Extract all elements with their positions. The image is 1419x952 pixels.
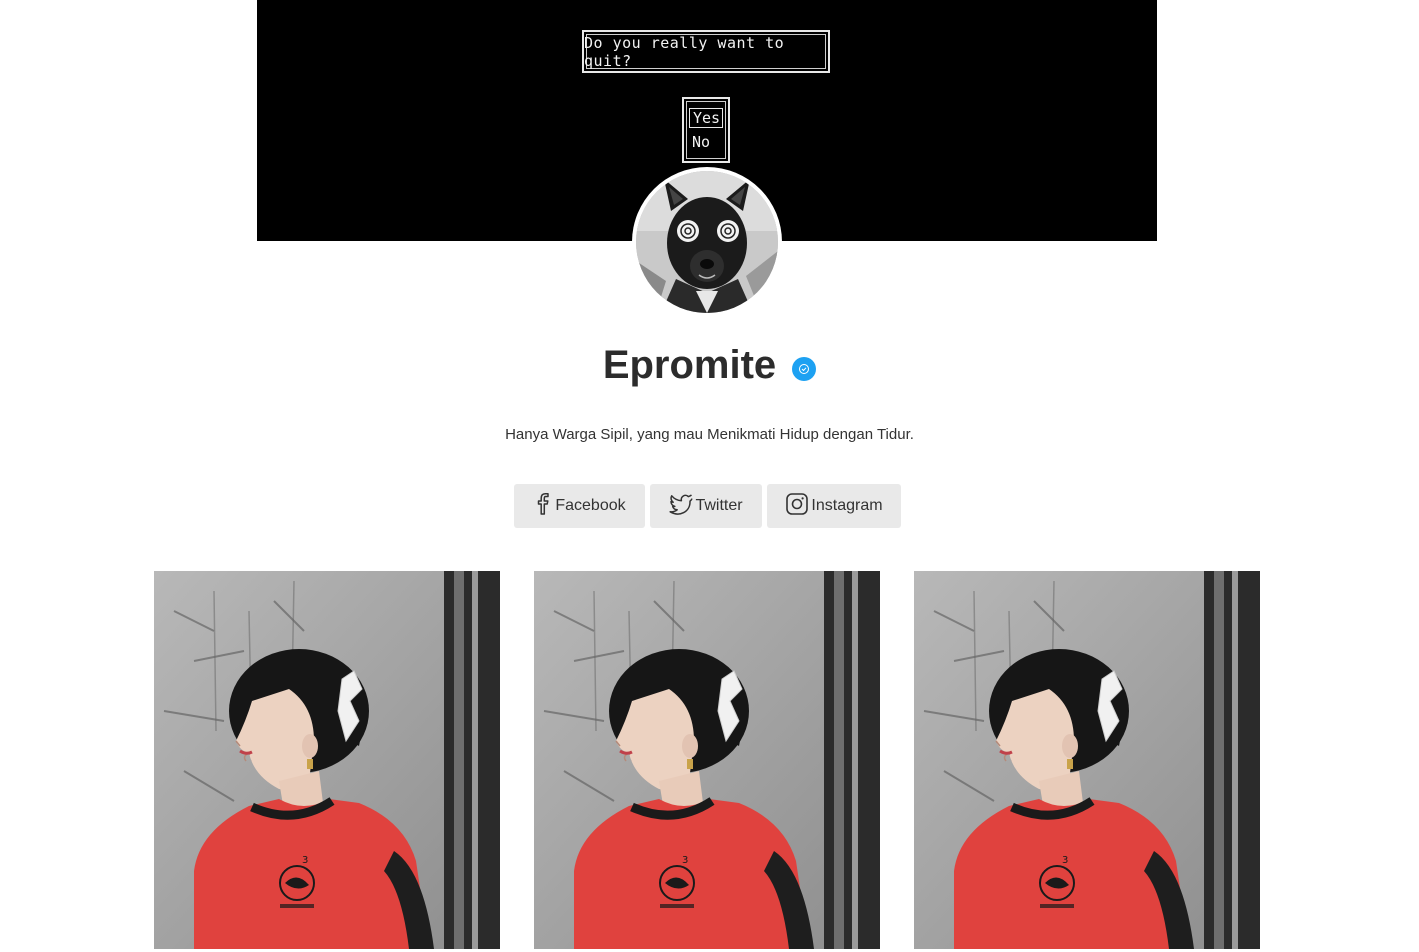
verified-badge-icon <box>792 357 817 381</box>
quit-dialog-text: Do you really want to quit? <box>584 33 785 70</box>
quit-choice-box: Yes No <box>682 97 730 163</box>
profile-page: Do you really want to quit? Yes No Eprom… <box>0 0 1419 952</box>
twitter-button[interactable]: Twitter <box>650 484 762 528</box>
facebook-icon <box>533 492 553 520</box>
facebook-button[interactable]: Facebook <box>514 484 645 528</box>
svg-text:3: 3 <box>682 855 688 866</box>
twitter-icon <box>669 493 694 520</box>
gallery-photo[interactable]: 3 <box>534 571 880 949</box>
svg-text:3: 3 <box>1062 855 1068 866</box>
avatar-image <box>636 171 778 313</box>
gallery-photo[interactable]: 3 <box>154 571 500 949</box>
social-links: Facebook Twitter Instagram <box>514 484 901 528</box>
instagram-label: Instagram <box>811 497 883 514</box>
choice-no: No <box>692 133 711 151</box>
quit-dialog-box: Do you really want to quit? <box>582 30 830 73</box>
instagram-icon <box>785 492 809 521</box>
profile-bio: Hanya Warga Sipil, yang mau Menikmati Hi… <box>505 426 914 443</box>
gallery-photo[interactable]: 3 <box>914 571 1260 949</box>
profile-name: Epromite <box>602 342 777 387</box>
avatar[interactable] <box>632 167 782 317</box>
choice-yes: Yes <box>689 108 723 128</box>
svg-text:3: 3 <box>302 855 308 866</box>
instagram-button[interactable]: Instagram <box>767 484 901 528</box>
facebook-label: Facebook <box>555 497 626 514</box>
twitter-label: Twitter <box>695 497 743 514</box>
profile-name-row: Epromite <box>0 335 1419 395</box>
